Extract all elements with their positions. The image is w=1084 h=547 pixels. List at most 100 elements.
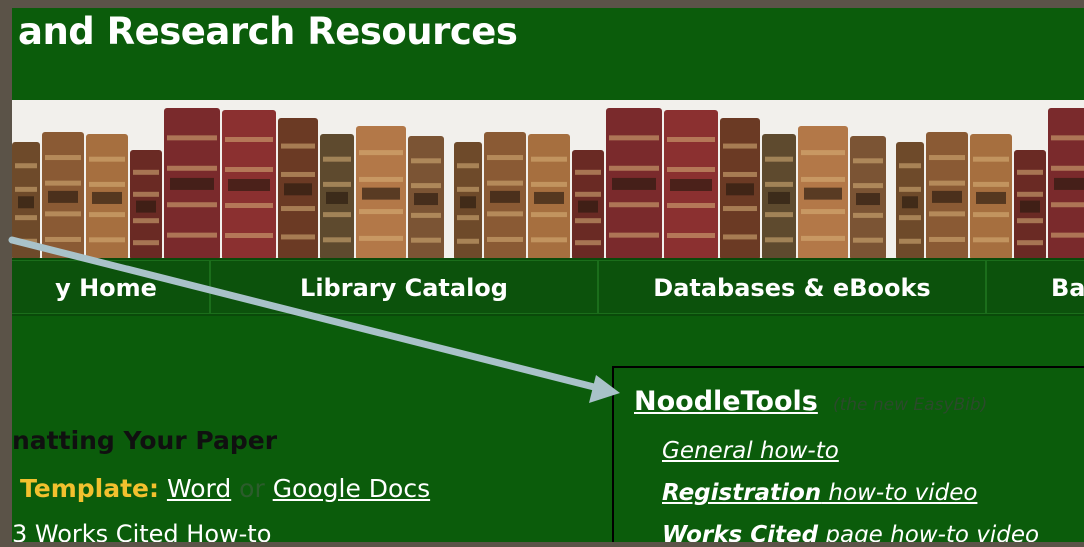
book-label <box>1054 177 1084 190</box>
template-line: Template: Word or Google Docs <box>20 474 430 503</box>
book-label <box>362 187 400 200</box>
book-band <box>167 232 217 238</box>
book-band <box>853 183 883 189</box>
book-band <box>899 215 921 221</box>
book-band <box>411 212 441 218</box>
book-band <box>457 186 479 192</box>
book-band <box>609 202 659 208</box>
book-band <box>973 212 1009 218</box>
book-band <box>225 167 273 172</box>
book-band <box>801 150 845 156</box>
book-band <box>575 240 601 246</box>
book-label <box>284 183 312 196</box>
book-band <box>45 211 81 217</box>
noodletools-link[interactable]: NoodleTools <box>634 386 818 417</box>
book-band <box>531 237 567 243</box>
book-band <box>45 180 81 186</box>
nav-home[interactable]: y Home <box>12 260 210 314</box>
book-band <box>225 233 273 238</box>
book-band <box>167 165 217 171</box>
book-label <box>228 179 270 191</box>
book-band <box>359 150 403 156</box>
works-cited-howto-video-link[interactable]: Works Cited page how-to video <box>662 522 1039 542</box>
book-band <box>15 238 37 244</box>
formatting-heading: natting Your Paper <box>12 426 278 455</box>
book-band <box>359 235 403 241</box>
book-band <box>853 212 883 218</box>
book-label <box>48 190 78 203</box>
book-band <box>89 212 125 218</box>
book-band <box>723 143 757 149</box>
book-label <box>902 196 918 209</box>
book-band <box>765 212 793 218</box>
book-band <box>89 181 125 187</box>
book-band <box>133 240 159 246</box>
works-cited-video-text: page how-to video <box>818 522 1040 542</box>
book-band <box>667 233 715 238</box>
book-label <box>804 187 842 200</box>
book-label <box>18 196 34 209</box>
word-template-link[interactable]: Word <box>167 474 231 503</box>
or-text: or <box>239 474 265 503</box>
book-band <box>323 212 351 218</box>
book-label <box>578 200 598 213</box>
book-band <box>575 191 601 197</box>
book-label <box>612 177 656 190</box>
book-band <box>411 237 441 243</box>
book-band <box>973 237 1009 243</box>
book-band <box>765 181 793 187</box>
works-cited-howto-link[interactable]: 3 Works Cited How-to <box>12 520 271 542</box>
book-label <box>414 193 438 206</box>
book-band <box>457 238 479 244</box>
noodletools-title-row: NoodleTools (the new EasyBib) <box>634 386 987 417</box>
book-band <box>531 181 567 187</box>
book-band <box>457 163 479 169</box>
book-band <box>411 158 441 164</box>
book-band <box>15 215 37 221</box>
book-band <box>457 215 479 221</box>
book-band <box>609 135 659 141</box>
book-band <box>359 176 403 182</box>
book-band <box>281 206 315 212</box>
book-band <box>15 163 37 169</box>
book-label <box>976 191 1006 204</box>
general-howto-link[interactable]: General how-to <box>662 438 839 464</box>
book-band <box>929 155 965 161</box>
book-band <box>167 202 217 208</box>
book-label <box>326 191 348 204</box>
book-band <box>225 203 273 208</box>
book-band <box>1017 218 1043 224</box>
book-label <box>932 190 962 203</box>
registration-text: how-to video <box>821 480 978 506</box>
nav-databases-ebooks[interactable]: Databases & eBooks <box>598 260 986 314</box>
bookshelf-illustration <box>12 108 1084 260</box>
book-label <box>856 193 880 206</box>
book-label <box>170 177 214 190</box>
book-band <box>899 238 921 244</box>
book-band <box>487 180 523 186</box>
book-band <box>899 163 921 169</box>
book-band <box>89 156 125 162</box>
book-band <box>133 218 159 224</box>
book-band <box>15 186 37 192</box>
book-band <box>167 135 217 141</box>
template-label: Template: <box>20 474 159 503</box>
nav-library-catalog[interactable]: Library Catalog <box>210 260 598 314</box>
book-band <box>89 237 125 243</box>
book-band <box>929 236 965 242</box>
book-band <box>667 167 715 172</box>
google-docs-template-link[interactable]: Google Docs <box>273 474 430 503</box>
book-band <box>575 218 601 224</box>
book-band <box>853 158 883 164</box>
book-band <box>359 209 403 215</box>
book-label <box>92 191 122 204</box>
nav-ba[interactable]: Ba <box>986 260 1084 314</box>
page-frame: and Research Resources y Home Library Ca… <box>12 8 1084 542</box>
book-label <box>1020 200 1040 213</box>
book-band <box>929 180 965 186</box>
book-band <box>281 234 315 240</box>
book-band <box>1051 232 1084 238</box>
book-band <box>281 143 315 149</box>
book-band <box>487 155 523 161</box>
registration-howto-link[interactable]: Registration how-to video <box>662 480 977 506</box>
